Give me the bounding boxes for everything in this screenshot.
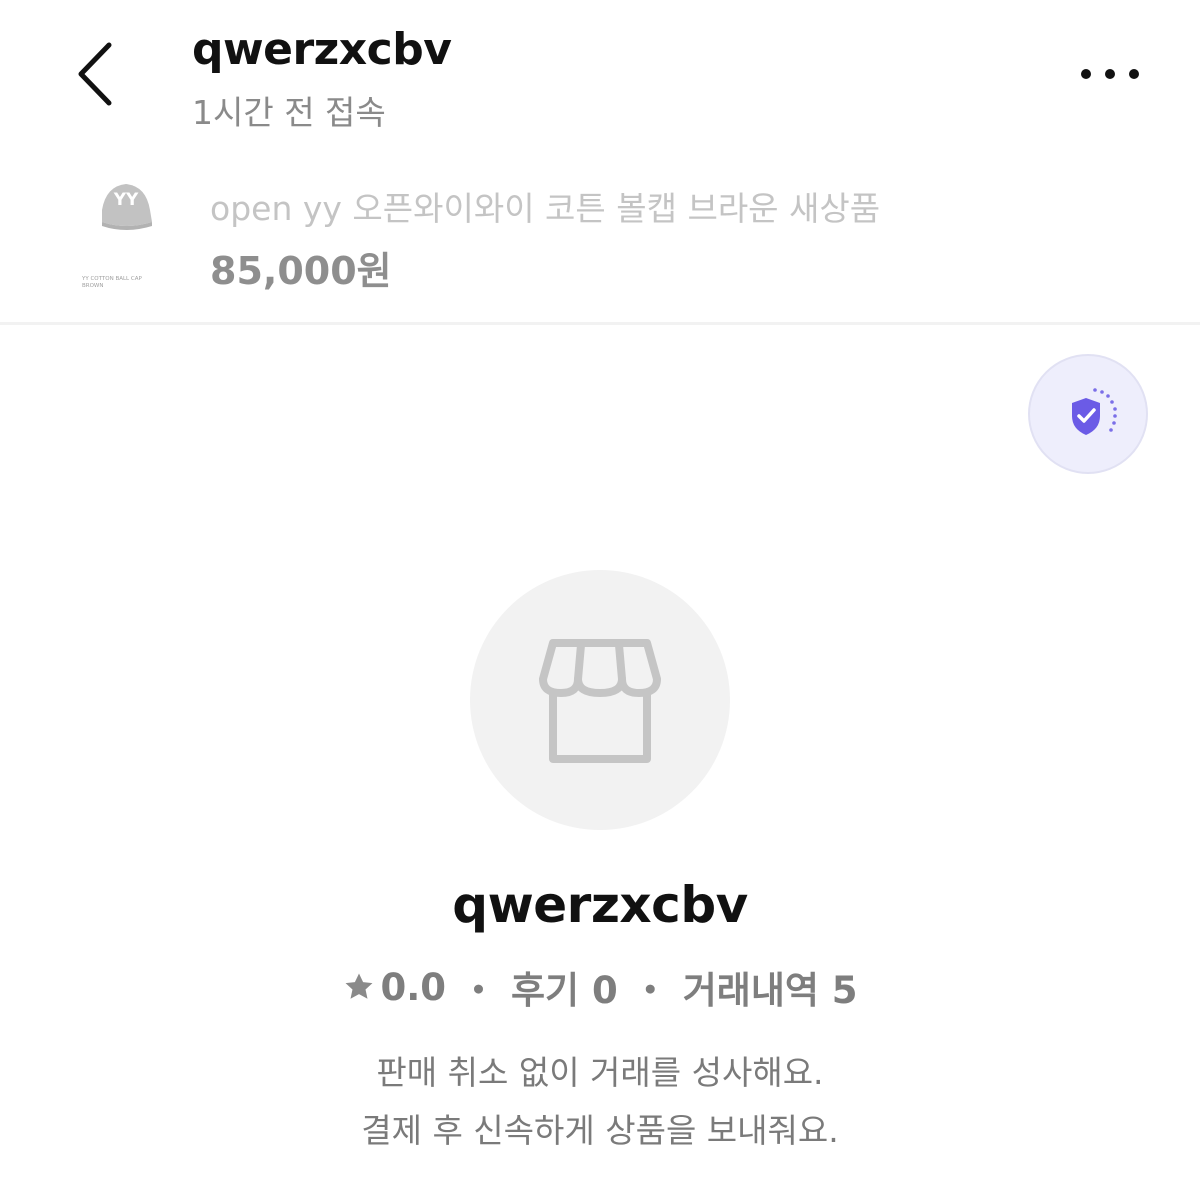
thumbnail-caption: YY COTTON BALL CAP BROWN [82,276,142,289]
header-title: qwerzxcbv [192,24,452,75]
star-icon [342,970,376,1004]
rating-value: 0.0 [380,965,447,1009]
shop-description-line-1: 판매 취소 없이 거래를 성사해요. [376,1053,824,1092]
review-count[interactable]: 후기 0 [511,960,618,1014]
shop-stats: 0.0 ・ 후기 0 ・ 거래내역 5 [0,960,1200,1014]
product-title: open yy 오픈와이와이 코튼 볼캡 브라운 새상품 [210,189,881,228]
shield-check-icon [1072,388,1117,435]
product-price: 85,000원 [210,249,392,293]
ball-cap-image: YY [102,184,152,230]
separator: ・ [631,969,669,1012]
shop-description-line-2: 결제 후 신속하게 상품을 보내줘요. [361,1111,839,1150]
product-thumbnail: YY YY COTTON BALL CAP BROWN [72,172,176,298]
back-button[interactable] [60,34,130,114]
shop-name: qwerzxcbv [452,876,748,934]
product-summary[interactable]: YY YY COTTON BALL CAP BROWN open yy 오픈와이… [0,150,1200,322]
chevron-left-icon [78,42,112,106]
shop-profile-screen: qwerzxcbv 1시간 전 접속 YY YY COTTON BALL CAP… [0,0,1200,1200]
last-active-status: 1시간 전 접속 [192,93,386,132]
shop-avatar [470,570,730,830]
section-divider [0,322,1200,325]
svg-text:YY: YY [113,190,139,210]
safe-trade-badge-button[interactable] [1028,354,1148,474]
storefront-icon [539,639,661,763]
separator: ・ [460,969,498,1012]
more-horizontal-icon [1081,69,1139,79]
more-options-button[interactable] [1068,52,1152,96]
transaction-count[interactable]: 거래내역 5 [683,960,858,1014]
